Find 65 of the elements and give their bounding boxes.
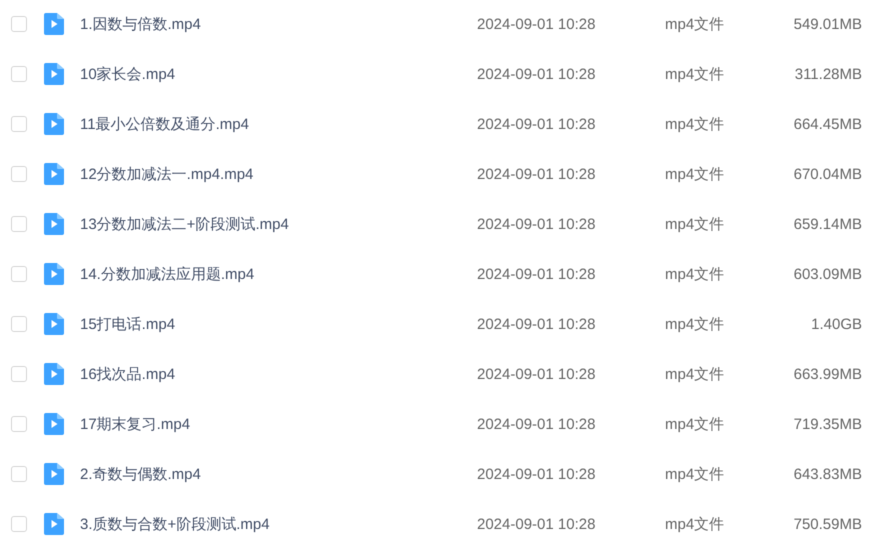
file-type: mp4文件 [665, 414, 726, 434]
video-file-icon [44, 313, 64, 335]
file-size: 664.45MB [792, 116, 862, 132]
file-type: mp4文件 [665, 264, 726, 284]
file-size: 750.59MB [792, 516, 862, 532]
file-size: 549.01MB [792, 16, 862, 32]
file-name[interactable]: 3.质数与合数+阶段测试.mp4 [80, 514, 477, 534]
file-name[interactable]: 11最小公倍数及通分.mp4 [80, 114, 477, 134]
checkbox[interactable] [11, 516, 27, 532]
video-file-icon [44, 413, 64, 435]
file-type: mp4文件 [665, 364, 726, 384]
file-name[interactable]: 12分数加减法一.mp4.mp4 [80, 164, 477, 184]
video-file-icon [44, 113, 64, 135]
file-type: mp4文件 [665, 314, 726, 334]
file-size: 719.35MB [792, 416, 862, 432]
video-file-icon [44, 463, 64, 485]
modified-date: 2024-09-01 10:28 [477, 16, 596, 32]
file-name[interactable]: 14.分数加减法应用题.mp4 [80, 264, 477, 284]
file-size: 1.40GB [810, 316, 862, 332]
video-file-icon [44, 163, 64, 185]
file-size: 603.09MB [792, 266, 862, 282]
file-type: mp4文件 [665, 114, 726, 134]
modified-date: 2024-09-01 10:28 [477, 66, 596, 82]
file-name[interactable]: 15打电话.mp4 [80, 314, 477, 334]
file-size: 670.04MB [792, 166, 862, 182]
video-file-icon [44, 63, 64, 85]
checkbox[interactable] [11, 466, 27, 482]
checkbox[interactable] [11, 66, 27, 82]
checkbox[interactable] [11, 16, 27, 32]
file-type: mp4文件 [665, 214, 726, 234]
modified-date: 2024-09-01 10:28 [477, 516, 596, 532]
checkbox[interactable] [11, 366, 27, 382]
file-type: mp4文件 [665, 14, 726, 34]
checkbox[interactable] [11, 266, 27, 282]
video-file-icon [44, 363, 64, 385]
modified-date: 2024-09-01 10:28 [477, 466, 596, 482]
file-type: mp4文件 [665, 464, 726, 484]
file-type: mp4文件 [665, 64, 726, 84]
file-name[interactable]: 13分数加减法二+阶段测试.mp4 [80, 214, 477, 234]
file-size: 311.28MB [794, 66, 862, 82]
file-name[interactable]: 2.奇数与偶数.mp4 [80, 464, 477, 484]
modified-date: 2024-09-01 10:28 [477, 416, 596, 432]
checkbox[interactable] [11, 316, 27, 332]
checkbox[interactable] [11, 166, 27, 182]
modified-date: 2024-09-01 10:28 [477, 366, 596, 382]
video-file-icon [44, 213, 64, 235]
file-size: 659.14MB [792, 216, 862, 232]
video-file-icon [44, 13, 64, 35]
modified-date: 2024-09-01 10:28 [477, 166, 596, 182]
file-type: mp4文件 [665, 514, 726, 534]
file-size: 663.99MB [792, 366, 862, 382]
file-name[interactable]: 10家长会.mp4 [80, 64, 477, 84]
file-name[interactable]: 17期末复习.mp4 [80, 414, 477, 434]
file-type: mp4文件 [665, 164, 726, 184]
checkbox[interactable] [11, 216, 27, 232]
video-file-icon [44, 263, 64, 285]
modified-date: 2024-09-01 10:28 [477, 116, 596, 132]
file-size: 643.83MB [792, 466, 862, 482]
modified-date: 2024-09-01 10:28 [477, 216, 596, 232]
modified-date: 2024-09-01 10:28 [477, 316, 596, 332]
file-name[interactable]: 1.因数与倍数.mp4 [80, 14, 477, 34]
checkbox[interactable] [11, 116, 27, 132]
modified-date: 2024-09-01 10:28 [477, 266, 596, 282]
file-name[interactable]: 16找次品.mp4 [80, 364, 477, 384]
checkbox[interactable] [11, 416, 27, 432]
